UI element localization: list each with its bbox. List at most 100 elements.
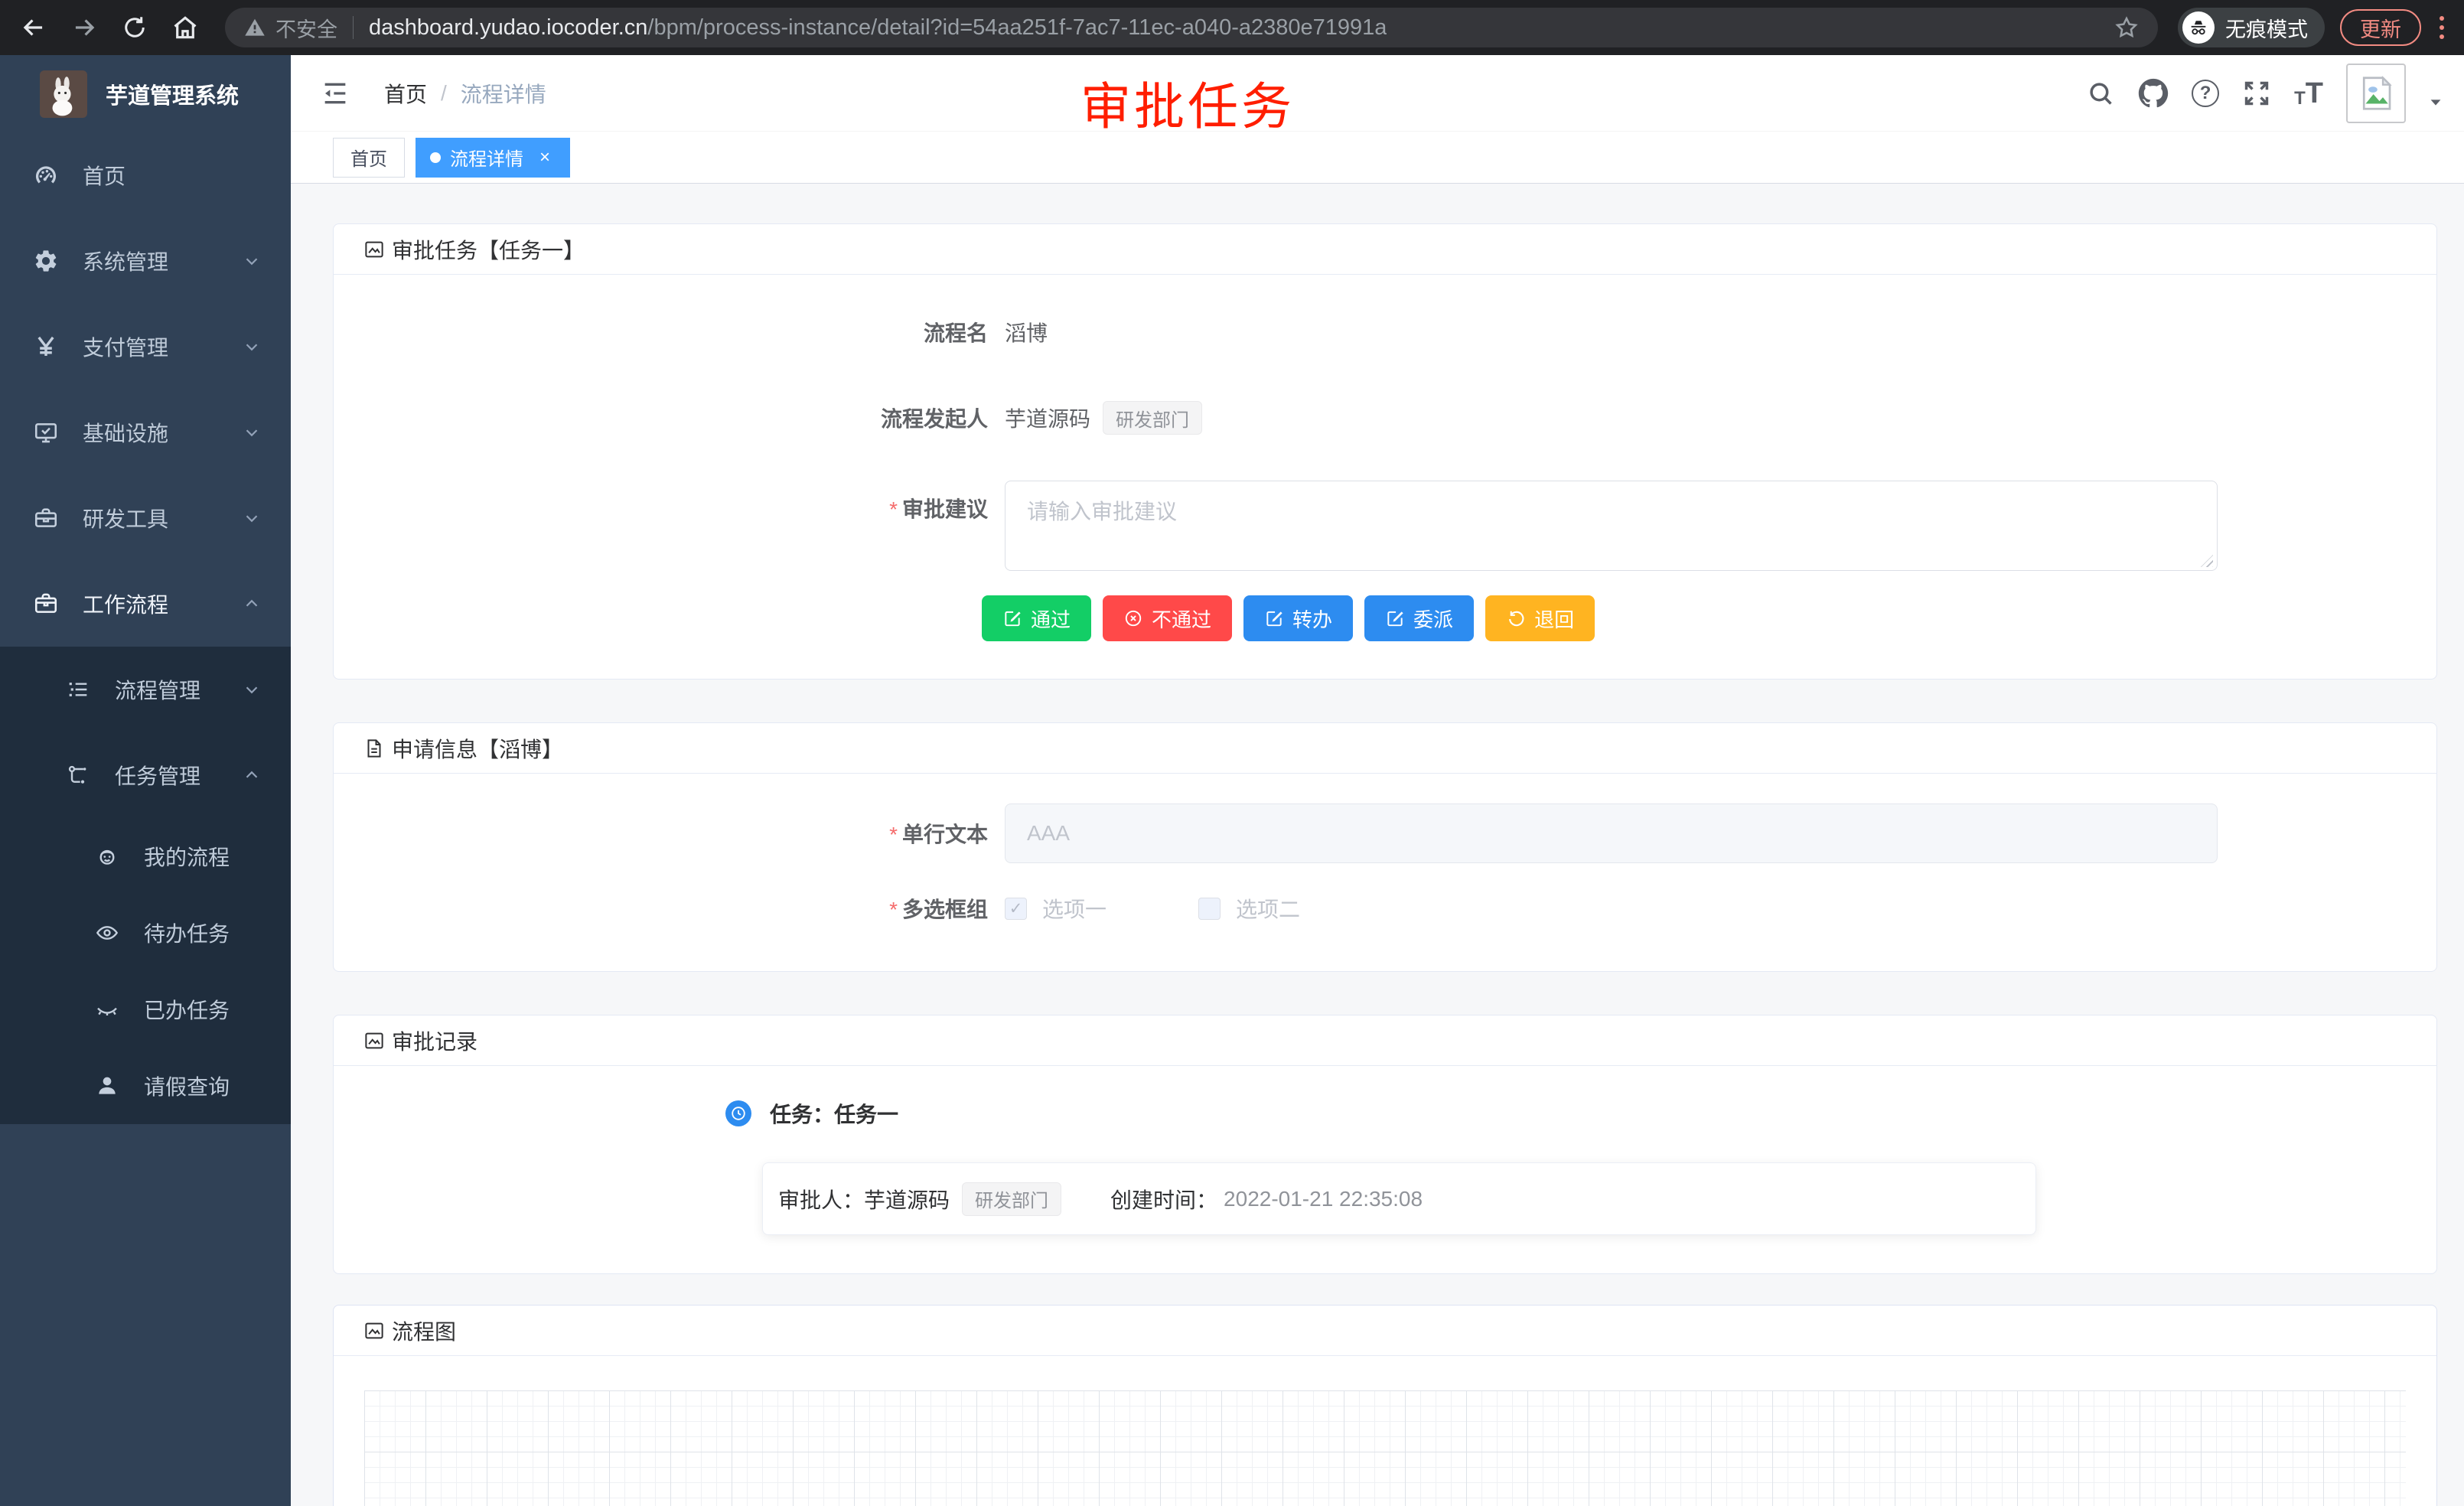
address-bar[interactable]: 不安全 dashboard.yudao.iocoder.cn/bpm/proce…	[225, 8, 2158, 47]
required-asterisk: *	[889, 898, 898, 921]
process-name-value: 滔博	[1005, 317, 1048, 347]
url-separator	[353, 16, 354, 39]
monitor-icon	[31, 419, 61, 445]
approver-name: 芋道源码	[864, 1184, 950, 1214]
approve-button[interactable]: 通过	[982, 595, 1091, 641]
chevron-up-icon	[242, 594, 262, 614]
user-icon	[92, 1074, 122, 1098]
briefcase-icon	[31, 591, 61, 617]
tab-process-detail[interactable]: 流程详情 ×	[416, 138, 570, 178]
diagram-card-header: 流程图	[334, 1306, 2436, 1356]
help-icon[interactable]: ?	[2192, 80, 2219, 107]
github-icon[interactable]	[2138, 78, 2169, 109]
delegate-button[interactable]: 委派	[1364, 595, 1474, 641]
transfer-button[interactable]: 转办	[1243, 595, 1353, 641]
sidebar-item-devtools[interactable]: 研发工具	[0, 475, 291, 561]
tags-view-bar: 首页 流程详情 ×	[291, 132, 2464, 184]
close-tab-icon[interactable]: ×	[534, 147, 556, 168]
apply-card-header: 申请信息【滔博】	[334, 723, 2436, 774]
sidebar-item-my-process[interactable]: 我的流程	[0, 818, 291, 895]
sidebar-item-infra[interactable]: 基础设施	[0, 390, 291, 475]
breadcrumb-current: 流程详情	[461, 78, 546, 109]
initiator-row: 流程发起人 芋道源码 研发部门	[334, 401, 2436, 435]
font-size-icon[interactable]: TT	[2294, 79, 2323, 108]
process-name-row: 流程名 滔博	[334, 317, 2436, 347]
document-icon	[363, 737, 386, 760]
caret-down-icon[interactable]	[2427, 94, 2444, 111]
initiator-value: 芋道源码 研发部门	[1005, 401, 1202, 435]
list-tree-icon	[63, 677, 93, 702]
create-time-label: 创建时间：	[1110, 1184, 1217, 1214]
update-button[interactable]: 更新	[2340, 9, 2421, 46]
sidebar-collapse-icon[interactable]	[320, 78, 350, 109]
incognito-badge: 无痕模式	[2178, 8, 2325, 47]
sidebar-item-home[interactable]: 首页	[0, 132, 291, 218]
fullscreen-icon[interactable]	[2242, 79, 2271, 108]
chevron-down-icon	[242, 337, 262, 357]
search-icon[interactable]	[2086, 79, 2115, 108]
suggestion-row: *审批建议	[334, 481, 2436, 575]
single-text-input[interactable]	[1005, 804, 2218, 863]
return-button[interactable]: 退回	[1485, 595, 1595, 641]
workflow-submenu: 流程管理 任务管理 我的流程 待办任务	[0, 647, 291, 1124]
red-annotation-text: 审批任务	[1080, 66, 1295, 139]
card-approve-task: 审批任务【任务一】 流程名 滔博 流程发起人 芋道源码 研发部门 *审批建议	[333, 223, 2437, 680]
logo-image	[40, 70, 87, 118]
sidebar-item-task-mgmt[interactable]: 任务管理	[0, 732, 291, 818]
record-card-header: 审批记录	[334, 1015, 2436, 1066]
chevron-down-icon	[242, 508, 262, 528]
robot-icon	[92, 844, 122, 869]
picture-icon	[363, 238, 386, 261]
org-tree-icon	[63, 763, 93, 787]
breadcrumb: 首页 / 流程详情	[384, 78, 546, 109]
sidebar-item-leave-query[interactable]: 请假查询	[0, 1048, 291, 1124]
card-process-diagram: 流程图	[333, 1305, 2437, 1506]
create-time-value: 2022-01-21 22:35:08	[1224, 1187, 1423, 1211]
browser-toolbar: 不安全 dashboard.yudao.iocoder.cn/bpm/proce…	[0, 0, 2464, 55]
checkbox-group-row: *多选框组 ✓ 选项一 选项二	[334, 893, 2436, 971]
back-icon[interactable]	[17, 11, 51, 44]
avatar[interactable]	[2346, 64, 2406, 123]
dept-tag: 研发部门	[1103, 401, 1202, 435]
apply-card-title: 申请信息【滔博】	[392, 733, 563, 764]
sidebar-item-todo-tasks[interactable]: 待办任务	[0, 895, 291, 971]
clock-icon	[725, 1100, 751, 1126]
breadcrumb-home[interactable]: 首页	[384, 78, 427, 109]
sidebar: 芋道管理系统 首页 系统管理 支付管理 基础设施	[0, 55, 291, 1506]
top-navbar: 首页 / 流程详情 审批任务 ? TT	[291, 55, 2464, 132]
bpmn-canvas[interactable]	[364, 1390, 2406, 1506]
url-text: dashboard.yudao.iocoder.cn/bpm/process-i…	[369, 15, 1387, 41]
sidebar-item-done-tasks[interactable]: 已办任务	[0, 971, 291, 1048]
single-text-row: *单行文本	[334, 804, 2436, 863]
diagram-card-title: 流程图	[392, 1315, 456, 1346]
tab-home[interactable]: 首页	[333, 138, 405, 178]
sidebar-item-payment[interactable]: 支付管理	[0, 304, 291, 390]
reload-icon[interactable]	[118, 11, 152, 44]
browser-menu-icon[interactable]	[2433, 13, 2450, 42]
approve-card-title: 审批任务【任务一】	[392, 234, 585, 265]
page-content: 审批任务【任务一】 流程名 滔博 流程发起人 芋道源码 研发部门 *审批建议	[291, 184, 2464, 1506]
sidebar-item-system[interactable]: 系统管理	[0, 218, 291, 304]
yen-icon	[31, 334, 61, 360]
task-title: 任务：任务一	[770, 1098, 898, 1129]
required-asterisk: *	[889, 823, 898, 846]
sidebar-item-workflow[interactable]: 工作流程	[0, 561, 291, 647]
app-title: 芋道管理系统	[106, 78, 239, 110]
sidebar-item-process-mgmt[interactable]: 流程管理	[0, 647, 291, 732]
home-icon[interactable]	[168, 11, 202, 44]
warning-icon[interactable]	[243, 16, 266, 39]
reject-button[interactable]: 不通过	[1103, 595, 1232, 641]
eye-closed-icon	[92, 997, 122, 1022]
eye-icon	[92, 921, 122, 945]
app-logo[interactable]: 芋道管理系统	[0, 55, 291, 132]
incognito-icon	[2182, 11, 2215, 44]
checkbox-option2[interactable]: 选项二	[1198, 893, 1300, 924]
forward-icon[interactable]	[67, 11, 101, 44]
checkbox-option1[interactable]: ✓ 选项一	[1005, 893, 1107, 924]
dept-tag: 研发部门	[962, 1182, 1061, 1216]
checkbox-checked-icon: ✓	[1005, 898, 1027, 920]
bookmark-star-icon[interactable]	[2114, 15, 2140, 41]
active-tab-dot	[430, 152, 441, 163]
suggestion-textarea[interactable]	[1005, 481, 2218, 571]
required-asterisk: *	[889, 497, 898, 521]
